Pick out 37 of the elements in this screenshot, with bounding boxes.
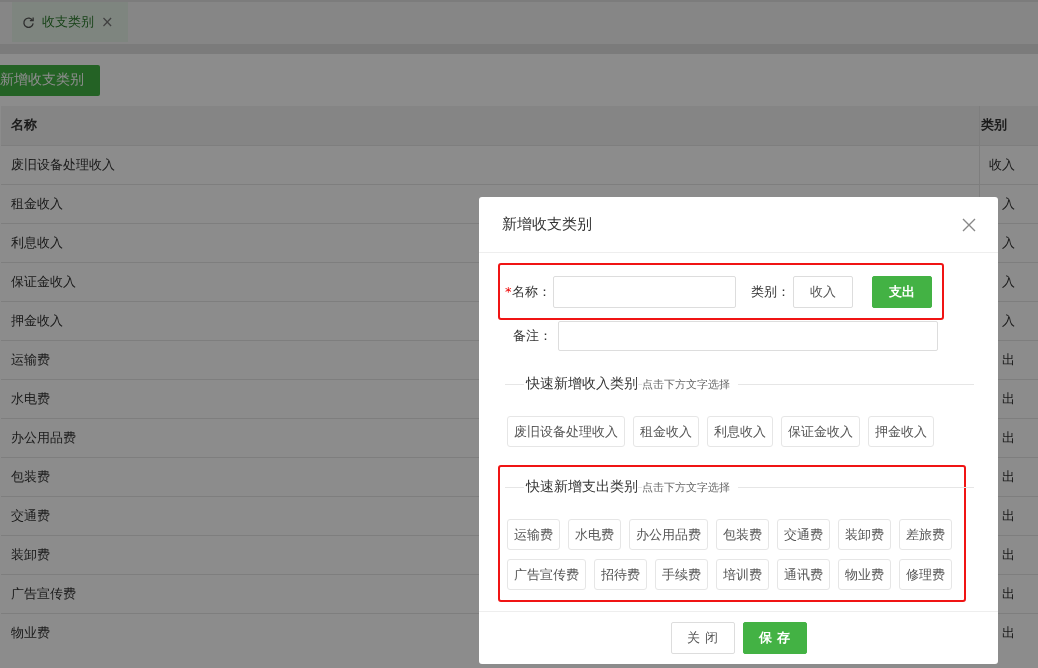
- field-label: 类别：: [751, 282, 791, 301]
- column-header: 名称: [1, 106, 979, 145]
- category-chip[interactable]: 办公用品费: [629, 519, 708, 550]
- category-chip[interactable]: 装卸费: [838, 519, 891, 550]
- category-chip[interactable]: 广告宣传费: [507, 559, 586, 590]
- category-chip[interactable]: 保证金收入: [781, 416, 860, 447]
- table-cell: 收入: [979, 145, 1038, 184]
- category-chip[interactable]: 培训费: [716, 559, 769, 590]
- category-chip[interactable]: 租金收入: [633, 416, 699, 447]
- required-mark: *: [505, 284, 512, 299]
- category-chip[interactable]: 押金收入: [868, 416, 934, 447]
- refresh-icon: [22, 15, 35, 29]
- section-hint: 点击下方文字选择: [642, 479, 738, 495]
- category-chip[interactable]: 包装费: [716, 519, 769, 550]
- field-label: 名称：: [512, 282, 551, 301]
- section-title: 快速新增收入类别: [524, 375, 638, 393]
- category-chip[interactable]: 招待费: [594, 559, 647, 590]
- section-hint: 点击下方文字选择: [642, 376, 738, 392]
- close-icon[interactable]: [962, 217, 976, 232]
- remark-field[interactable]: [558, 321, 938, 351]
- section-title: 快速新增支出类别: [524, 478, 638, 496]
- category-chip[interactable]: 手续费: [655, 559, 708, 590]
- table-cell: 废旧设备处理收入: [1, 145, 979, 184]
- category-chip[interactable]: 利息收入: [707, 416, 773, 447]
- category-chip[interactable]: 水电费: [568, 519, 621, 550]
- column-header: 类别: [979, 106, 1038, 145]
- tab-label: 收支类别: [42, 13, 94, 31]
- category-chip[interactable]: 通讯费: [777, 559, 830, 590]
- category-chip[interactable]: 物业费: [838, 559, 891, 590]
- close-button[interactable]: 关 闭: [670, 622, 735, 654]
- category-chip[interactable]: 废旧设备处理收入: [507, 416, 625, 447]
- category-chip[interactable]: 运输费: [507, 519, 560, 550]
- name-field[interactable]: [553, 275, 736, 308]
- category-chip[interactable]: 修理费: [899, 559, 952, 590]
- category-chip[interactable]: 交通费: [777, 519, 830, 550]
- type-option-button[interactable]: 收入: [793, 275, 853, 308]
- category-chip[interactable]: 差旅费: [899, 519, 952, 550]
